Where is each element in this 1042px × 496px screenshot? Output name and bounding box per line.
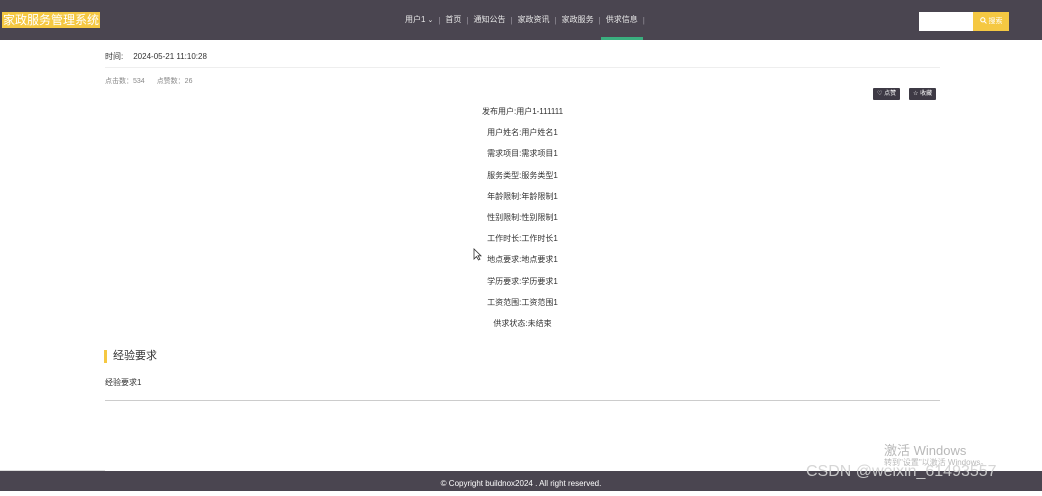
search-button-label: 搜索 (988, 18, 1003, 25)
detail-demand-item: 需求项目:需求项目1 (487, 149, 558, 159)
search-icon (979, 17, 987, 24)
detail-age-limit: 年龄限制:年龄限制1 (487, 191, 558, 201)
nav-news[interactable]: 家政资讯 (513, 0, 555, 40)
like-button[interactable]: ♡ 点赞 (873, 88, 901, 100)
nav-announcements[interactable]: 通知公告 (468, 0, 510, 40)
detail-work-hours: 工作时长:工作时长1 (487, 234, 558, 244)
detail-education: 学历要求:学历要求1 (487, 276, 558, 286)
star-icon: ☆ (913, 91, 919, 97)
detail-publisher: 发布用户:用户1-111111 (481, 107, 564, 116)
stats-bar: 点击数：534 点赞数：26 (105, 76, 192, 86)
search-input[interactable] (919, 12, 973, 31)
favorite-button[interactable]: ☆ 收藏 (909, 88, 937, 100)
nav-user-menu[interactable]: 用户1 ⌄ (400, 0, 438, 40)
detail-service-type: 服务类型:服务类型1 (487, 170, 558, 180)
mouse-cursor-icon (473, 248, 482, 261)
divider (105, 67, 940, 68)
divider (105, 400, 940, 401)
favorite-label: 收藏 (920, 91, 933, 97)
section-content: 经验要求1 (105, 378, 142, 387)
nav-user-label: 用户1 (405, 15, 426, 24)
detail-list: 发布用户:用户1-111111 用户姓名:用户姓名1 需求项目:需求项目1 服务… (370, 105, 675, 338)
detail-status: 供求状态:未结束 (493, 318, 552, 328)
csdn-watermark: CSDN @weixin_61493557 (806, 463, 997, 480)
nav-supply-demand[interactable]: 供求信息 (600, 0, 643, 40)
detail-salary: 工资范围:工资范围1 (487, 297, 558, 307)
detail-gender-limit: 性别限制:性别限制1 (487, 212, 558, 222)
copyright-text: © Copyright buildnox2024 . All right res… (440, 479, 602, 488)
heart-icon: ♡ (877, 91, 883, 97)
detail-user-name: 用户姓名:用户姓名1 (487, 128, 558, 138)
site-logo[interactable]: 家政服务管理系统 (2, 12, 101, 28)
detail-location: 地点要求:地点要求1 (487, 255, 558, 265)
search-button[interactable]: 搜索 (973, 12, 1009, 31)
chevron-down-icon: ⌄ (427, 17, 434, 24)
time-value: 2024-05-21 11:10:28 (133, 52, 207, 61)
section-title: 经验要求 (104, 350, 157, 363)
main-nav: 用户1 ⌄ | 首页 | 通知公告 | 家政资讯 | 家政服务 | 供求信息 | (400, 0, 645, 40)
nav-home[interactable]: 首页 (440, 0, 466, 40)
top-navbar: 家政服务管理系统 用户1 ⌄ | 首页 | 通知公告 | 家政资讯 | 家政服务 … (0, 0, 1042, 40)
like-count: 点赞数：26 (156, 78, 193, 85)
click-count: 点击数：534 (105, 78, 145, 85)
publish-time: 时间: 2024-05-21 11:10:28 (105, 51, 207, 62)
nav-separator: | (642, 15, 645, 25)
time-label: 时间: (105, 52, 124, 61)
nav-services[interactable]: 家政服务 (557, 0, 599, 40)
like-label: 点赞 (884, 91, 897, 97)
